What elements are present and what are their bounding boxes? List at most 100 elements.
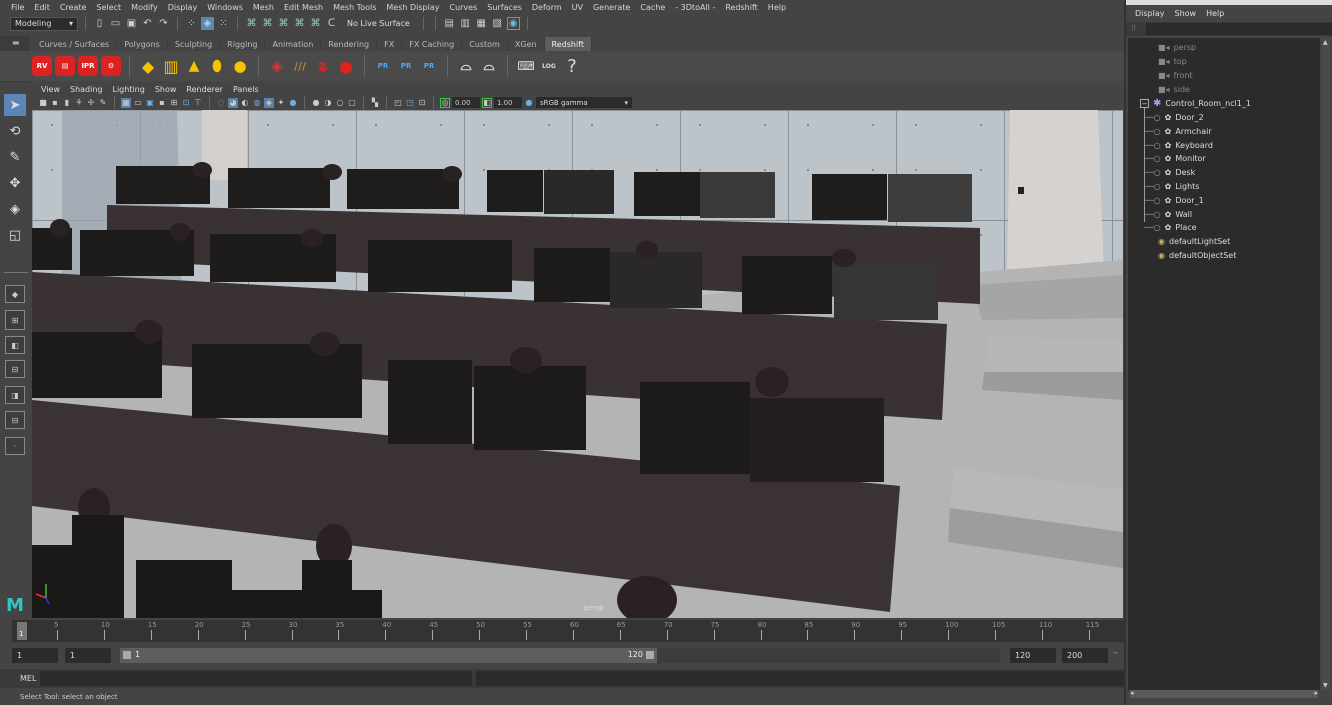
open-scene-icon[interactable]: ▭ bbox=[109, 17, 122, 30]
menu-3dtoall[interactable]: - 3DtoAll - bbox=[670, 3, 720, 12]
menu-create[interactable]: Create bbox=[55, 3, 92, 12]
menu-modify[interactable]: Modify bbox=[126, 3, 163, 12]
select-object-icon[interactable]: ◈ bbox=[201, 17, 214, 30]
render-sequence-icon[interactable]: ▥ bbox=[459, 17, 472, 30]
scroll-up-icon[interactable]: ▲ bbox=[1323, 39, 1328, 46]
panel-menu-renderer[interactable]: Renderer bbox=[181, 85, 228, 94]
menu-curves[interactable]: Curves bbox=[444, 3, 482, 12]
new-scene-icon[interactable]: ▯ bbox=[93, 17, 106, 30]
sun-sky-icon[interactable]: ● bbox=[230, 56, 250, 76]
select-component-icon[interactable]: ⁙ bbox=[217, 17, 230, 30]
redshift-render-view-button[interactable]: RV bbox=[32, 56, 52, 76]
menu-display[interactable]: Display bbox=[163, 3, 203, 12]
outliner-item-desk[interactable]: ──○ ✿ Desk bbox=[1144, 166, 1195, 179]
panel-menu-shading[interactable]: Shading bbox=[65, 85, 108, 94]
gamma-field[interactable]: 1.00 bbox=[494, 97, 522, 108]
panel-menu-show[interactable]: Show bbox=[150, 85, 182, 94]
redshift-batch-render-button[interactable]: ▤ bbox=[55, 56, 75, 76]
range-options-icon[interactable]: ‒ bbox=[1113, 648, 1118, 657]
custom-layout-icon[interactable]: · bbox=[5, 437, 25, 455]
playback-start-field[interactable]: 1 bbox=[65, 648, 111, 663]
outliner-item-side[interactable]: ■◂ side bbox=[1158, 83, 1190, 96]
outliner-item-place[interactable]: ──○ ✿ Place bbox=[1144, 221, 1197, 234]
redshift-ipr-button[interactable]: IPR bbox=[78, 56, 98, 76]
move-tool-icon[interactable]: ✥ bbox=[4, 172, 26, 194]
scale-tool-icon[interactable]: ◱ bbox=[4, 224, 26, 246]
menu-mesh-display[interactable]: Mesh Display bbox=[381, 3, 444, 12]
menu-generate[interactable]: Generate bbox=[588, 3, 635, 12]
scroll-right-icon[interactable]: ▸ bbox=[1314, 689, 1318, 697]
film-gate-icon[interactable]: ▭ bbox=[133, 98, 143, 108]
textured-icon[interactable]: ◍ bbox=[252, 98, 262, 108]
snap-curve-icon[interactable]: ⌘ bbox=[261, 17, 274, 30]
outliner-item-defaultlightset[interactable]: ◉ defaultLightSet bbox=[1158, 235, 1230, 248]
outliner-item-persp[interactable]: ■◂ persp bbox=[1158, 41, 1196, 54]
menu-surfaces[interactable]: Surfaces bbox=[482, 3, 527, 12]
outliner-item-defaultobjectset[interactable]: ◉ defaultObjectSet bbox=[1158, 249, 1236, 262]
outliner-menu-show[interactable]: Show bbox=[1170, 9, 1202, 18]
resolution-gate-icon[interactable]: ▣ bbox=[145, 98, 155, 108]
gamma-icon[interactable]: ◧ bbox=[482, 97, 492, 108]
outliner-item-monitor[interactable]: ──○ ✿ Monitor bbox=[1144, 152, 1206, 165]
proxy-icon[interactable]: ◈ bbox=[267, 56, 287, 76]
outliner-item-front[interactable]: ■◂ front bbox=[1158, 69, 1193, 82]
xray-components-icon[interactable]: ◳ bbox=[405, 98, 415, 108]
tab-xgen[interactable]: XGen bbox=[507, 37, 545, 51]
collapse-icon[interactable]: − bbox=[1140, 99, 1149, 108]
xray-joints-icon[interactable]: ◰ bbox=[393, 98, 403, 108]
outliner-item-door-1[interactable]: ──○ ✿ Door_1 bbox=[1144, 194, 1204, 207]
camera-select-icon[interactable]: ■ bbox=[38, 98, 48, 108]
menu-file[interactable]: File bbox=[6, 3, 29, 12]
outliner-item-door-2[interactable]: ──○ ✿ Door_2 bbox=[1144, 111, 1204, 124]
time-slider[interactable]: 1 5 10 15 20 25 30 35 40 45 50 55 60 65 70 75 80 85 90 95 1… bbox=[12, 620, 1124, 642]
ipr-render-icon[interactable]: ▦ bbox=[475, 17, 488, 30]
anti-aliasing-icon[interactable]: ◑ bbox=[323, 98, 333, 108]
range-start-handle[interactable] bbox=[123, 651, 131, 659]
menu-edit[interactable]: Edit bbox=[29, 3, 55, 12]
snap-live-icon[interactable]: ⌘ bbox=[309, 17, 322, 30]
persp-node-layout-icon[interactable]: ⊟ bbox=[5, 411, 25, 429]
exposure-icon[interactable]: ◎ bbox=[440, 97, 450, 108]
menu-select[interactable]: Select bbox=[91, 3, 126, 12]
filter-icon[interactable]: ⁞⁞ bbox=[1131, 23, 1136, 32]
save-scene-icon[interactable]: ▣ bbox=[125, 17, 138, 30]
menu-cache[interactable]: Cache bbox=[635, 3, 670, 12]
command-input[interactable] bbox=[40, 671, 472, 686]
log-icon[interactable]: LOG bbox=[539, 56, 559, 76]
physical-light-icon[interactable]: ▲ bbox=[184, 56, 204, 76]
persp-outliner-layout-icon[interactable]: ⊟ bbox=[5, 360, 25, 378]
depth-of-field-icon[interactable]: ○ bbox=[335, 98, 345, 108]
redshift-settings-button[interactable]: ⚙ bbox=[101, 56, 121, 76]
dome-light-icon[interactable]: ⬮ bbox=[207, 56, 227, 76]
panel-menu-lighting[interactable]: Lighting bbox=[107, 85, 149, 94]
outliner-menu-help[interactable]: Help bbox=[1201, 9, 1229, 18]
grease-pencil-icon[interactable]: ✎ bbox=[98, 98, 108, 108]
exposure-field[interactable]: 0.00 bbox=[452, 97, 480, 108]
outliner-vertical-scrollbar[interactable]: ▲ ▼ bbox=[1322, 38, 1330, 690]
area-light-icon[interactable]: ◆ bbox=[138, 56, 158, 76]
four-view-layout-icon[interactable]: ⊞ bbox=[5, 310, 25, 330]
side-by-side-layout-icon[interactable]: ◧ bbox=[5, 336, 25, 354]
color-management-icon[interactable]: ● bbox=[524, 98, 534, 108]
rotate-tool-icon[interactable]: ◈ bbox=[4, 198, 26, 220]
panel-menu-panels[interactable]: Panels bbox=[228, 85, 264, 94]
view-transform-dropdown[interactable]: sRGB gamma ▾ bbox=[536, 97, 632, 108]
panel-menu-view[interactable]: View bbox=[36, 85, 65, 94]
bowls-icon[interactable]: ⌓ bbox=[456, 56, 476, 76]
pr-swap-icon[interactable]: PR bbox=[419, 56, 439, 76]
tab-rendering[interactable]: Rendering bbox=[321, 37, 378, 51]
animation-start-field[interactable]: 1 bbox=[12, 648, 58, 663]
redo-icon[interactable]: ↷ bbox=[157, 17, 170, 30]
outliner-horizontal-scrollbar[interactable]: ◂ ▸ bbox=[1130, 689, 1318, 698]
image-plane-icon[interactable]: ⚘ bbox=[74, 98, 84, 108]
tab-polygons[interactable]: Polygons bbox=[117, 37, 168, 51]
workspace-dropdown[interactable]: Modeling ▾ bbox=[10, 16, 78, 31]
2d-pan-zoom-icon[interactable]: ✢ bbox=[86, 98, 96, 108]
tab-custom[interactable]: Custom bbox=[462, 37, 508, 51]
undo-icon[interactable]: ↶ bbox=[141, 17, 154, 30]
outliner-item-group[interactable]: − ✱ Control_Room_ncl1_1 bbox=[1140, 97, 1251, 110]
playback-end-field[interactable]: 120 bbox=[1010, 648, 1056, 663]
volume-icon[interactable]: /// bbox=[290, 56, 310, 76]
help-icon[interactable]: ? bbox=[562, 56, 582, 77]
ambient-occlusion-icon[interactable]: ● bbox=[288, 98, 298, 108]
